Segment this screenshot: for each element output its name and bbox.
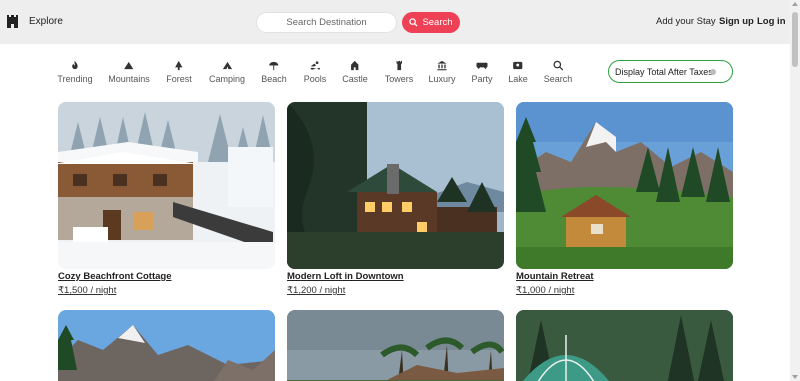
listing-price[interactable]: ₹1,200 / night bbox=[287, 285, 504, 296]
listing-image-dome[interactable] bbox=[516, 310, 733, 381]
explore-link[interactable]: Explore bbox=[29, 16, 63, 27]
scroll-up-arrow-icon[interactable] bbox=[792, 2, 798, 6]
scroll-down-arrow-icon[interactable] bbox=[792, 375, 798, 379]
search-icon bbox=[409, 18, 418, 27]
page-scrollbar[interactable] bbox=[790, 0, 800, 381]
search-icon bbox=[553, 60, 564, 71]
toggle-switch-knob[interactable] bbox=[710, 69, 716, 75]
listing-price[interactable]: ₹1,000 / night bbox=[516, 285, 733, 296]
listing-card[interactable] bbox=[287, 310, 504, 381]
lake-icon bbox=[513, 61, 523, 70]
listing-title[interactable]: Cozy Beachfront Cottage bbox=[58, 271, 275, 282]
tower-icon bbox=[396, 60, 402, 71]
listing-card[interactable]: Cozy Beachfront Cottage ₹1,500 / night bbox=[58, 102, 275, 296]
header-bar: Explore Search Add your Stay Sign up Log… bbox=[0, 0, 790, 44]
tree-icon bbox=[175, 60, 183, 71]
scroll-thumb[interactable] bbox=[792, 12, 798, 67]
swimmer-icon bbox=[310, 61, 320, 70]
category-trending[interactable]: Trending bbox=[57, 60, 93, 84]
gamepad-icon bbox=[476, 62, 488, 70]
category-forest[interactable]: Forest bbox=[166, 60, 192, 84]
search-button-label: Search bbox=[422, 17, 453, 28]
sign-up-link[interactable]: Sign up bbox=[719, 16, 754, 27]
castle-icon bbox=[351, 60, 359, 71]
add-your-stay-link[interactable]: Add your Stay bbox=[656, 16, 716, 27]
category-party[interactable]: Party bbox=[471, 60, 493, 84]
category-towers[interactable]: Towers bbox=[385, 60, 413, 84]
category-lake[interactable]: Lake bbox=[508, 60, 528, 84]
listing-card[interactable]: Mountain Retreat ₹1,000 / night bbox=[516, 102, 733, 296]
category-castle[interactable]: Castle bbox=[342, 60, 368, 84]
listing-image-tropical[interactable] bbox=[287, 310, 504, 381]
umbrella-icon bbox=[269, 61, 279, 71]
tent-icon bbox=[222, 61, 232, 70]
search-input[interactable] bbox=[256, 12, 397, 33]
fire-icon bbox=[72, 60, 78, 70]
category-mountains[interactable]: Mountains bbox=[108, 60, 150, 84]
listing-image-alpine[interactable] bbox=[58, 310, 275, 381]
listing-price[interactable]: ₹1,500 / night bbox=[58, 285, 275, 296]
category-pools[interactable]: Pools bbox=[304, 60, 326, 84]
castle-logo-icon[interactable] bbox=[6, 15, 19, 28]
listing-card[interactable]: Modern Loft in Downtown ₹1,200 / night bbox=[287, 102, 504, 296]
listing-image-lodge[interactable] bbox=[287, 102, 504, 269]
listing-card[interactable] bbox=[58, 310, 275, 381]
category-beach[interactable]: Beach bbox=[261, 60, 287, 84]
listing-title[interactable]: Mountain Retreat bbox=[516, 271, 733, 282]
listing-card[interactable] bbox=[516, 310, 733, 381]
listing-image-mountain-cabin[interactable] bbox=[516, 102, 733, 269]
mountain-icon bbox=[124, 61, 134, 70]
log-in-link[interactable]: Log in bbox=[757, 16, 786, 27]
category-luxury[interactable]: Luxury bbox=[428, 60, 456, 84]
tax-toggle-label: Display Total After Taxes bbox=[615, 66, 713, 77]
listing-title[interactable]: Modern Loft in Downtown bbox=[287, 271, 504, 282]
listing-image-snow-cabin[interactable] bbox=[58, 102, 275, 269]
search-button[interactable]: Search bbox=[402, 12, 460, 33]
category-camping[interactable]: Camping bbox=[209, 60, 245, 84]
bank-icon bbox=[437, 60, 447, 71]
display-total-after-taxes-toggle[interactable]: Display Total After Taxes bbox=[608, 60, 733, 83]
category-search[interactable]: Search bbox=[544, 60, 572, 84]
